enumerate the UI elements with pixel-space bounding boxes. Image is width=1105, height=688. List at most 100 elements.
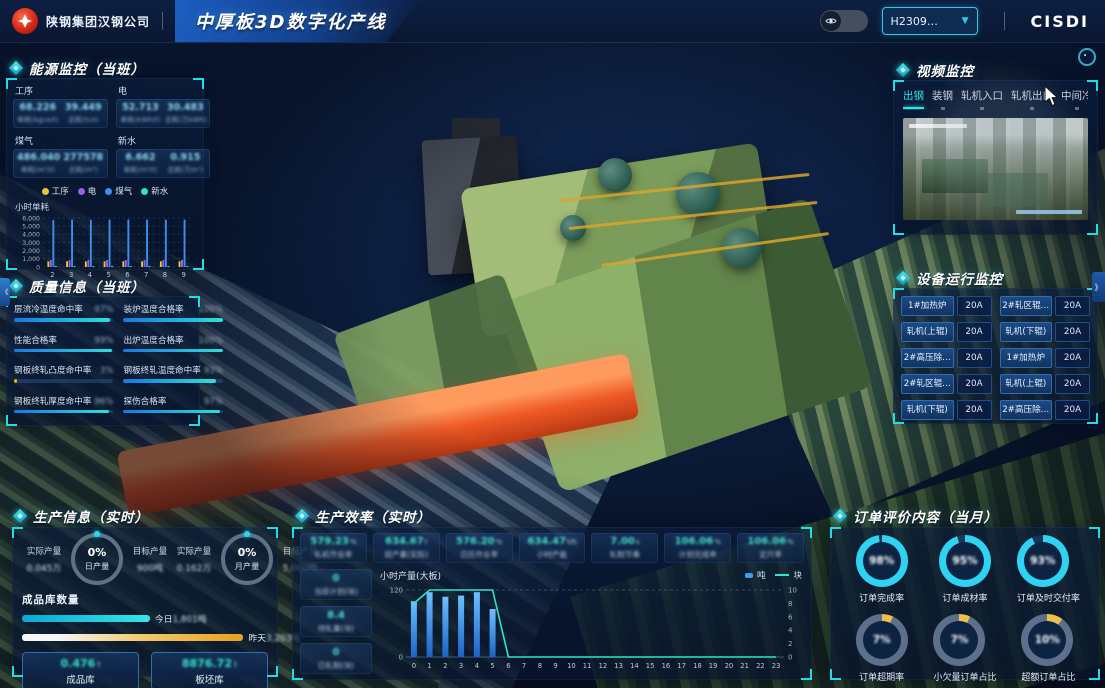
- energy-metric-unit: 总耗(万kWh): [165, 115, 206, 125]
- gauge-actual-label: 实际产量: [172, 545, 216, 557]
- svg-text:8: 8: [163, 271, 167, 279]
- device-name-button[interactable]: 2#高压除…: [1000, 400, 1053, 420]
- device-name-button[interactable]: 轧机(上辊): [901, 322, 954, 342]
- panel-corner-bracket: [1087, 224, 1098, 235]
- efficiency-top-metrics: 579.23%轧机作业率634.67t班产量(实际)576.20%日历作业率63…: [300, 533, 804, 563]
- quality-metric-label: 钢板终轧凸度命中率: [14, 364, 91, 376]
- device-name-button[interactable]: 轧机(下辊): [901, 400, 954, 420]
- quality-metric-track: [123, 318, 222, 322]
- device-name-button[interactable]: 1#加热炉: [1000, 348, 1053, 368]
- production-panel-title: 生产信息（实时）: [33, 506, 149, 526]
- quality-metric-label: 性能合格率: [14, 334, 57, 346]
- quality-metric-fill: [14, 318, 110, 322]
- energy-metric-value: 486.040: [17, 152, 58, 163]
- gauge-ring: 0%月产量: [221, 533, 273, 585]
- device-name-button[interactable]: 1#加热炉: [901, 296, 954, 316]
- video-panel-header: 视频监控: [897, 60, 974, 80]
- quality-metric-fill: [14, 379, 17, 383]
- visibility-toggle[interactable]: [820, 10, 868, 32]
- gauge-ring: 0%日产量: [71, 533, 123, 585]
- warehouse-stat-label: 成品库: [66, 672, 95, 686]
- order-kpi: 10%超额订单占比: [1021, 614, 1075, 683]
- energy-metric: 52.713单耗(kWh/t): [120, 102, 161, 125]
- energy-metric-value: 0.915: [165, 152, 206, 163]
- hourly-output-chart: 0120024681001234567891011121314151617181…: [380, 582, 804, 670]
- energy-legend-item[interactable]: 新水: [141, 185, 168, 197]
- quality-metric-track: [14, 379, 113, 383]
- device-current-value: 20A: [1055, 322, 1090, 342]
- hourly-legend-item[interactable]: 块: [775, 569, 802, 581]
- video-panel-title: 视频监控: [916, 60, 974, 80]
- quality-metric-row: 钢板终轧凸度命中率3%: [14, 364, 113, 376]
- order-kpi-label: 小欠量订单占比: [933, 670, 996, 683]
- production-gauge: 实际产量0.045万0%日产量目标产量900吨: [22, 533, 172, 585]
- svg-text:16: 16: [662, 662, 671, 670]
- hourly-legend-item[interactable]: 吨: [745, 569, 766, 581]
- panel-diamond-icon: [897, 64, 909, 76]
- panel-diamond-icon: [834, 510, 846, 522]
- quality-metric: 层流冷温度命中率97%: [14, 303, 113, 322]
- svg-text:2: 2: [443, 662, 447, 670]
- efficiency-metric-tile: 7.00s轧制节奏: [591, 533, 658, 563]
- device-name-button[interactable]: 2#高压除…: [901, 348, 954, 368]
- energy-group-label: 电: [118, 84, 210, 97]
- inventory-bar-value: 1,801吨: [173, 615, 207, 625]
- order-kpi: 95%订单成材率: [939, 535, 991, 604]
- efficiency-metric-value: 7.00s: [610, 536, 639, 547]
- energy-legend-item[interactable]: 工序: [42, 185, 69, 197]
- quality-metric-label: 钢板终轧厚度命中率: [14, 395, 91, 407]
- device-name-button[interactable]: 2#轧区辊…: [1000, 296, 1053, 316]
- quality-metric-fill: [123, 349, 222, 353]
- orders-panel: 98%订单完成率95%订单成材率93%订单及时交付率7%订单超期率7%小欠量订单…: [830, 527, 1100, 680]
- energy-metric: 30.483总耗(万kWh): [165, 102, 206, 125]
- order-kpi-percent: 7%: [873, 634, 891, 646]
- quality-metric-fill: [123, 379, 216, 383]
- energy-panel-title: 能源监控（当班）: [29, 58, 145, 78]
- orders-panel-header: 订单评价内容（当月）: [834, 506, 998, 526]
- efficiency-side-tile: 0已轧制(块): [300, 643, 372, 674]
- efficiency-metric-tile: 634.47t/h小时产能: [519, 533, 586, 563]
- efficiency-metric-value: 634.47t/h: [527, 536, 576, 547]
- warehouse-stat-card: 8876.72t板坯库: [151, 652, 268, 688]
- left-edge-collapse-tab[interactable]: 《: [0, 278, 10, 306]
- device-row: 轧机(下辊)20A: [1000, 322, 1091, 342]
- efficiency-metric-value: 106.06%: [675, 536, 721, 547]
- energy-chart-label: 小时单耗: [15, 201, 197, 213]
- efficiency-metric-value: 579.23%: [310, 536, 356, 547]
- device-name-button[interactable]: 轧机(下辊): [1000, 322, 1053, 342]
- efficiency-panel: 579.23%轧机作业率634.67t班产量(实际)576.20%日历作业率63…: [292, 527, 812, 680]
- quality-metric-value: 97%: [94, 305, 113, 315]
- shift-dropdown[interactable]: H2309… ▼: [882, 7, 978, 35]
- energy-metric: 6.662单耗(m³/t): [120, 152, 161, 175]
- energy-metric-unit: 单耗(kWh/t): [120, 115, 161, 125]
- energy-legend-item[interactable]: 电: [78, 185, 97, 197]
- energy-cards: 工序68.226单耗(kgce/t)39.449总耗(tce)电52.713单耗…: [13, 84, 197, 178]
- quality-metric-row: 层流冷温度命中率97%: [14, 303, 113, 315]
- quality-metric-fill: [123, 410, 219, 414]
- quality-metric-row: 性能合格率99%: [14, 334, 113, 346]
- hourly-legend-marker: [775, 574, 789, 576]
- efficiency-side-value: 0: [333, 647, 340, 658]
- company-name: 陕钢集团汉钢公司: [46, 13, 150, 30]
- gauge-percent: 0%: [238, 546, 257, 559]
- efficiency-metric-unit: t: [425, 538, 428, 546]
- energy-legend-item[interactable]: 煤气: [105, 185, 132, 197]
- quality-panel-title: 质量信息（当班）: [29, 276, 145, 296]
- energy-metric: 486.040单耗(m³/t): [17, 152, 58, 175]
- energy-legend-item-label: 电: [88, 185, 97, 197]
- hourly-legend-marker: [745, 573, 753, 578]
- efficiency-metric-value: 634.67t: [385, 536, 427, 547]
- device-name-button[interactable]: 轧机(上辊): [1000, 374, 1053, 394]
- gauge-label: 月产量: [235, 560, 260, 572]
- right-edge-expand-tab[interactable]: 》: [1092, 272, 1105, 302]
- energy-metric-unit: 单耗(kgce/t): [17, 115, 58, 125]
- order-kpi: 93%订单及时交付率: [1017, 535, 1080, 604]
- video-options-button[interactable]: [1078, 48, 1096, 66]
- efficiency-metric-unit: %: [787, 538, 794, 546]
- energy-group-label: 新水: [118, 134, 210, 147]
- energy-card: 6.662单耗(m³/t)0.915总耗(万m³): [116, 149, 210, 178]
- order-kpi-label: 超额订单占比: [1021, 670, 1075, 683]
- energy-legend-item-dot: [105, 188, 112, 195]
- energy-metric-value: 277578: [62, 152, 103, 163]
- device-name-button[interactable]: 2#轧区辊…: [901, 374, 954, 394]
